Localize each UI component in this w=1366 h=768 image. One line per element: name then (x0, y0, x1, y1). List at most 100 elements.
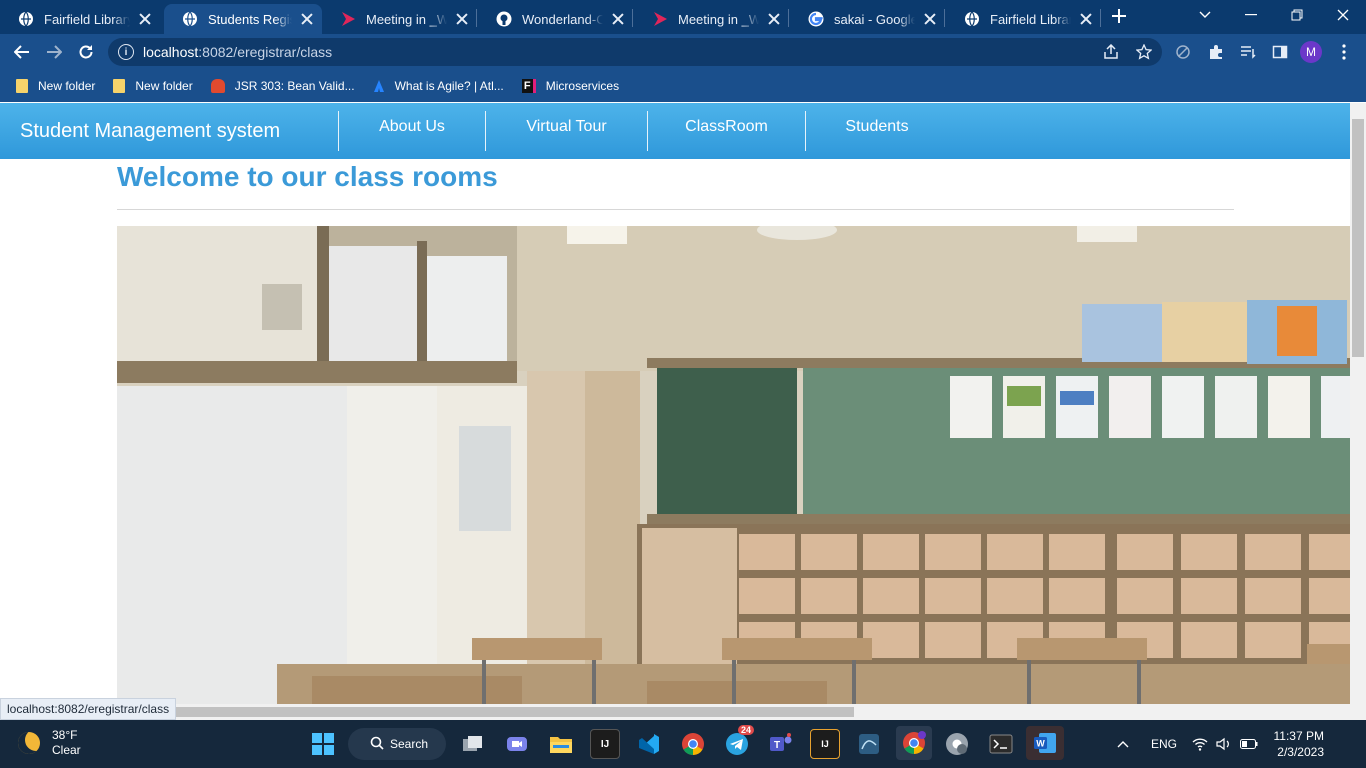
browser-tab[interactable]: Fairfield Library sy (0, 4, 164, 34)
extension-icon[interactable] (1173, 42, 1193, 62)
browser-tab[interactable]: Wonderland-Car (478, 4, 632, 34)
browser-tab[interactable]: sakai - Google Se (790, 4, 944, 34)
svg-text:W: W (1036, 739, 1045, 749)
site-navbar: Student Management system About Us Virtu… (0, 103, 1350, 159)
globe-icon (964, 11, 980, 27)
browser-tab[interactable]: Meeting in _W3D (634, 4, 788, 34)
notification-badge: 24 (738, 725, 755, 735)
chrome-icon[interactable] (678, 729, 708, 759)
puzzle-icon[interactable] (1206, 42, 1226, 62)
weather-widget[interactable]: 38°F Clear (18, 728, 81, 758)
browser-tab[interactable]: Meeting in _W3D (322, 4, 476, 34)
browser-tab[interactable]: Fairfield Library S (946, 4, 1100, 34)
forward-arrow-icon[interactable] (42, 40, 66, 64)
globe-icon (182, 11, 198, 27)
nav-about-us[interactable]: About Us (339, 103, 485, 151)
site-brand[interactable]: Student Management system (20, 120, 280, 143)
new-tab-icon[interactable] (1110, 7, 1128, 25)
bookmark-item[interactable]: New folder (16, 79, 95, 93)
tab-title: sakai - Google Se (834, 11, 915, 27)
browser-toolbar: i localhost:8082/eregistrar/class (0, 34, 1366, 70)
page-viewport: Student Management system About Us Virtu… (0, 103, 1350, 704)
nav-virtual-tour[interactable]: Virtual Tour (486, 103, 647, 151)
battery-icon[interactable] (1240, 720, 1258, 768)
vertical-scroll-thumb[interactable] (1352, 119, 1364, 357)
bookmark-item[interactable]: F Microservices (521, 79, 619, 93)
classroom-photo (117, 226, 1350, 704)
kebab-menu-icon[interactable] (1334, 42, 1354, 62)
tab-strip: Fairfield Library sy Students Registra M… (0, 0, 1366, 34)
folder-icon (113, 79, 126, 93)
horizontal-scrollbar[interactable] (0, 704, 1366, 720)
tab-separator (476, 9, 477, 27)
weather-desc: Clear (52, 743, 81, 757)
intellij-icon[interactable]: IJ (590, 729, 620, 759)
browser-tab-active[interactable]: Students Registra (164, 4, 322, 34)
address-bar[interactable]: i localhost:8082/eregistrar/class (108, 38, 1162, 66)
heading-divider (117, 209, 1234, 210)
tab-separator (1100, 9, 1101, 27)
wifi-icon[interactable] (1192, 720, 1208, 768)
task-view-icon[interactable] (458, 729, 488, 759)
bookmarks-bar: New folder New folder JSR 303: Bean Vali… (0, 70, 1366, 102)
minimize-icon[interactable] (1228, 0, 1274, 30)
profile-avatar[interactable]: M (1300, 41, 1322, 63)
nav-classroom[interactable]: ClassRoom (648, 103, 805, 151)
tab-title: Students Registra (208, 11, 292, 27)
bookmark-item[interactable]: What is Agile? | Atl... (373, 79, 504, 93)
svg-text:T: T (774, 740, 780, 751)
teams-icon[interactable]: T (766, 729, 796, 759)
bookmark-star-icon[interactable] (1134, 42, 1154, 62)
site-info-icon[interactable]: i (118, 44, 134, 60)
back-arrow-icon[interactable] (10, 40, 34, 64)
reading-list-icon[interactable] (1238, 42, 1258, 62)
vertical-scrollbar[interactable] (1350, 103, 1366, 704)
nav-students[interactable]: Students (806, 103, 948, 151)
play-arrow-icon (340, 11, 356, 27)
show-hidden-icons[interactable] (1117, 720, 1129, 768)
intellij-eap-icon[interactable]: IJ (810, 729, 840, 759)
word-icon[interactable]: W (1026, 726, 1064, 760)
bookmark-item[interactable]: JSR 303: Bean Valid... (210, 79, 355, 93)
page-heading: Welcome to our class rooms (117, 161, 498, 192)
clock-date: 2/3/2023 (1277, 745, 1324, 759)
close-window-icon[interactable] (1320, 0, 1366, 30)
tab-separator (944, 9, 945, 27)
chrome-guest-icon[interactable] (942, 729, 972, 759)
tab-title: Fairfield Library sy (44, 11, 130, 27)
clock-time: 11:37 PM (1273, 729, 1324, 743)
windows-start-icon[interactable] (308, 729, 338, 759)
bookmark-item[interactable]: New folder (113, 79, 193, 93)
github-icon (496, 11, 512, 27)
windows-taskbar: 38°F Clear Search IJ 24 T IJ W ENG 11:37… (0, 720, 1366, 768)
volume-icon[interactable] (1216, 720, 1232, 768)
horizontal-scroll-thumb[interactable] (170, 707, 854, 717)
restore-icon[interactable] (1274, 0, 1320, 30)
close-icon[interactable] (611, 12, 624, 26)
search-icon (370, 736, 384, 753)
weather-temp: 38°F (52, 728, 78, 742)
tab-title: Meeting in _W3D (678, 11, 759, 27)
terminal-icon[interactable] (986, 729, 1016, 759)
file-explorer-icon[interactable] (546, 729, 576, 759)
tab-separator (788, 9, 789, 27)
close-icon[interactable] (455, 12, 468, 26)
share-icon[interactable] (1101, 42, 1121, 62)
taskbar-search[interactable]: Search (348, 728, 446, 760)
meet-now-icon[interactable] (502, 729, 532, 759)
tab-search-icon[interactable] (1182, 0, 1228, 30)
side-panel-icon[interactable] (1270, 42, 1290, 62)
java-icon (210, 79, 225, 93)
close-icon[interactable] (1079, 12, 1092, 26)
close-icon[interactable] (767, 12, 780, 26)
mysql-workbench-icon[interactable] (854, 729, 884, 759)
close-icon[interactable] (138, 12, 152, 26)
reload-icon[interactable] (74, 40, 98, 64)
telegram-icon[interactable]: 24 (722, 725, 755, 759)
language-indicator[interactable]: ENG (1151, 720, 1177, 768)
chrome-profile-icon[interactable] (896, 726, 932, 760)
close-icon[interactable] (300, 12, 314, 26)
system-clock[interactable]: 11:37 PM 2/3/2023 (1268, 728, 1324, 760)
close-icon[interactable] (923, 12, 936, 26)
vscode-icon[interactable] (634, 729, 664, 759)
